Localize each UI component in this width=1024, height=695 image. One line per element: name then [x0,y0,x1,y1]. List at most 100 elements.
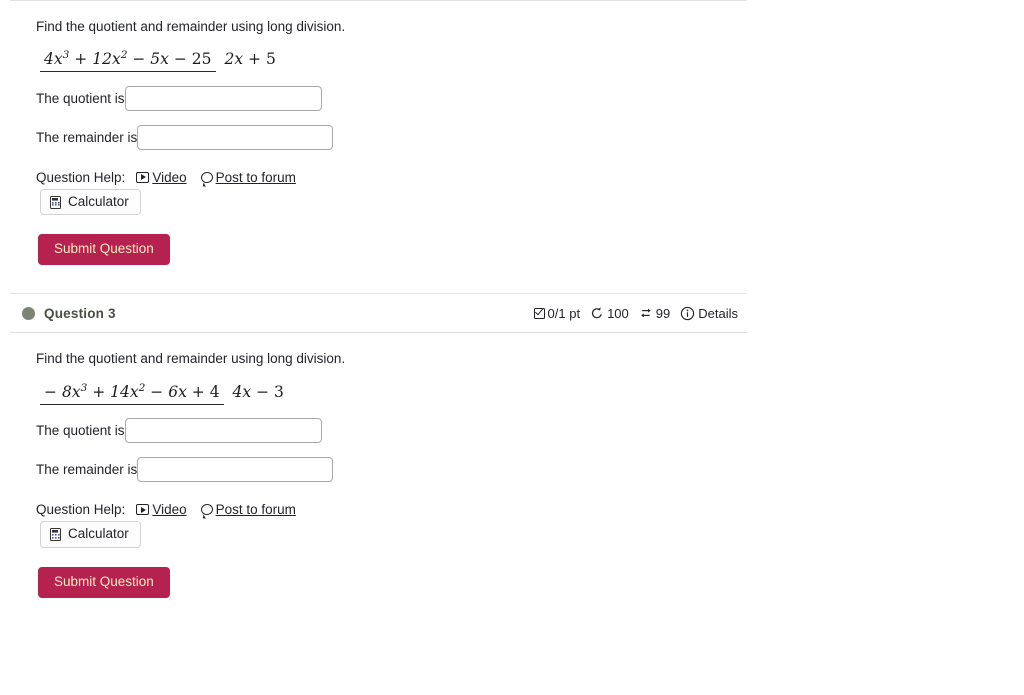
num-term1-var-2: x [71,382,81,401]
calculator-icon [50,527,61,541]
calculator-button-label-1: Calculator [68,193,129,209]
question-help-label-1: Question Help: [36,169,126,185]
assignment-page: Find the quotient and remainder using lo… [0,0,1024,695]
retries-value: 99 [655,305,671,321]
num-op1: + [74,50,88,69]
num-lead-sign: − [44,382,57,401]
video-help-link-1[interactable]: Video [136,169,187,185]
fraction-numerator-2: − 8x3 + 14x2 − 6x + 4 [40,382,224,405]
quotient-label-1: The quotient is [36,90,125,106]
score-item: 0/1 pt [533,305,581,321]
question-status-bullet-icon [22,306,35,320]
calculator-button-1[interactable]: Calculator [40,188,141,216]
remainder-label-2: The remainder is [36,461,138,477]
question-block-1: Find the quotient and remainder using lo… [10,1,747,266]
num-term1-var: x [53,50,63,69]
den-const-2: 3 [274,382,284,401]
submit-question-button-2[interactable]: Submit Question [38,566,170,598]
num-term2-var-2: x [129,382,139,401]
fraction-numerator-1: 4x3 + 12x2 − 5x − 25 [40,50,216,73]
remainder-label-1: The remainder is [36,129,138,145]
quotient-input-2[interactable] [124,417,322,443]
speech-bubble-icon [199,170,214,184]
fraction-denominator-2: 4x − 3 [229,380,288,401]
num-term3-coef: 5 [150,50,161,69]
question-prompt-2: Find the quotient and remainder using lo… [36,351,346,367]
forum-link-label-2: Post to forum [215,501,296,517]
num-term4: 25 [191,50,212,69]
submit-row-1: Submit Question [10,234,747,266]
num-term3-var-2: x [178,382,187,401]
post-to-forum-link-1[interactable]: Post to forum [199,169,296,185]
num-term2-coef-2: 14 [110,382,130,401]
calculator-button-2[interactable]: Calculator [40,520,141,548]
num-op3-2: + [191,382,205,401]
question-help-row-2: Question Help: Video Post to forum [10,502,747,517]
video-help-link-2[interactable]: Video [136,501,187,517]
video-link-label-1: Video [152,169,187,185]
question-title-group: Question 3 [22,306,116,321]
den-const: 5 [265,50,276,69]
checkbox-checked-icon [533,307,545,319]
fraction-2: − 8x3 + 14x2 − 6x + 4 4x − 3 [40,380,288,405]
num-term1-coef: 4 [44,50,54,69]
den-coef: 2 [224,50,235,69]
calculator-icon [50,195,61,209]
submit-row-2: Submit Question [10,566,747,598]
remainder-input-2[interactable] [137,456,334,482]
spacer-above-question-header [10,265,747,293]
math-expression-1: 4x3 + 12x2 − 5x − 25 2x + 5 [10,36,747,73]
undo-arrow-icon [592,307,602,319]
question-header: Question 3 0/1 pt 100 99 Details [10,294,747,332]
forum-link-label-1: Post to forum [215,169,296,185]
calculator-row-1: Calculator [10,188,747,216]
retries-item: 99 [639,306,670,321]
video-link-label-2: Video [152,501,187,517]
fraction-denominator-1: 2x + 5 [220,47,279,68]
question-prompt-1: Find the quotient and remainder using lo… [36,19,346,34]
remainder-row-1: The remainder is [10,124,747,150]
quotient-label-2: The quotient is [36,422,125,438]
info-circle-icon [681,306,695,320]
calculator-button-label-2: Calculator [68,525,129,541]
video-icon [136,503,150,515]
num-term4-2: 4 [209,382,220,401]
calculator-row-2: Calculator [10,520,747,548]
post-to-forum-link-2[interactable]: Post to forum [199,501,296,517]
question-help-row-1: Question Help: Video Post to forum [10,170,747,185]
den-op-2: − [256,382,270,401]
details-label: Details [698,305,738,321]
num-op3: − [173,50,187,69]
score-value: 0/1 pt [547,305,581,321]
num-op2: − [132,50,146,69]
quotient-input-1[interactable] [124,85,322,111]
den-var: x [234,50,244,69]
attempts-item: 100 [590,306,629,321]
den-var-2: x [242,382,252,401]
num-term3-coef-2: 6 [168,382,179,401]
details-item[interactable]: Details [680,306,738,321]
num-op1-2: + [92,382,106,401]
attempts-value: 100 [607,305,629,321]
math-expression-2: − 8x3 + 14x2 − 6x + 4 4x − 3 [10,369,747,405]
num-term2-var: x [111,50,121,69]
num-term2-coef: 12 [92,50,112,69]
speech-bubble-icon [199,502,214,516]
fraction-1: 4x3 + 12x2 − 5x − 25 2x + 5 [40,47,280,73]
num-term1-coef-2: 8 [61,382,72,401]
num-term3-var: x [160,50,169,69]
retry-arrows-icon [640,308,651,318]
question-block-2: Find the quotient and remainder using lo… [10,333,747,598]
remainder-row-2: The remainder is [10,456,747,482]
page-title: Question 3 [44,305,116,321]
remainder-input-1[interactable] [137,124,334,150]
den-op: + [248,50,261,69]
question-help-label-2: Question Help: [36,501,126,517]
video-icon [136,171,150,183]
content-column: Find the quotient and remainder using lo… [10,0,747,598]
submit-question-button-1[interactable]: Submit Question [38,234,170,266]
den-coef-2: 4 [232,382,243,401]
num-op2-2: − [150,382,164,401]
quotient-row-2: The quotient is [10,417,747,443]
quotient-row-1: The quotient is [10,85,747,111]
